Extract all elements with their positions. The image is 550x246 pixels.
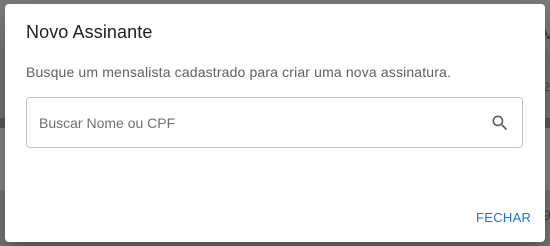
search-field[interactable] <box>26 97 523 148</box>
dialog-description: Busque um mensalista cadastrado para cri… <box>26 64 451 80</box>
new-subscriber-dialog: Novo Assinante Busque um mensalista cada… <box>5 4 545 242</box>
search-icon[interactable] <box>490 113 510 133</box>
dialog-title: Novo Assinante <box>26 22 153 42</box>
search-input[interactable] <box>39 98 479 147</box>
close-button[interactable]: FECHAR <box>470 205 537 229</box>
